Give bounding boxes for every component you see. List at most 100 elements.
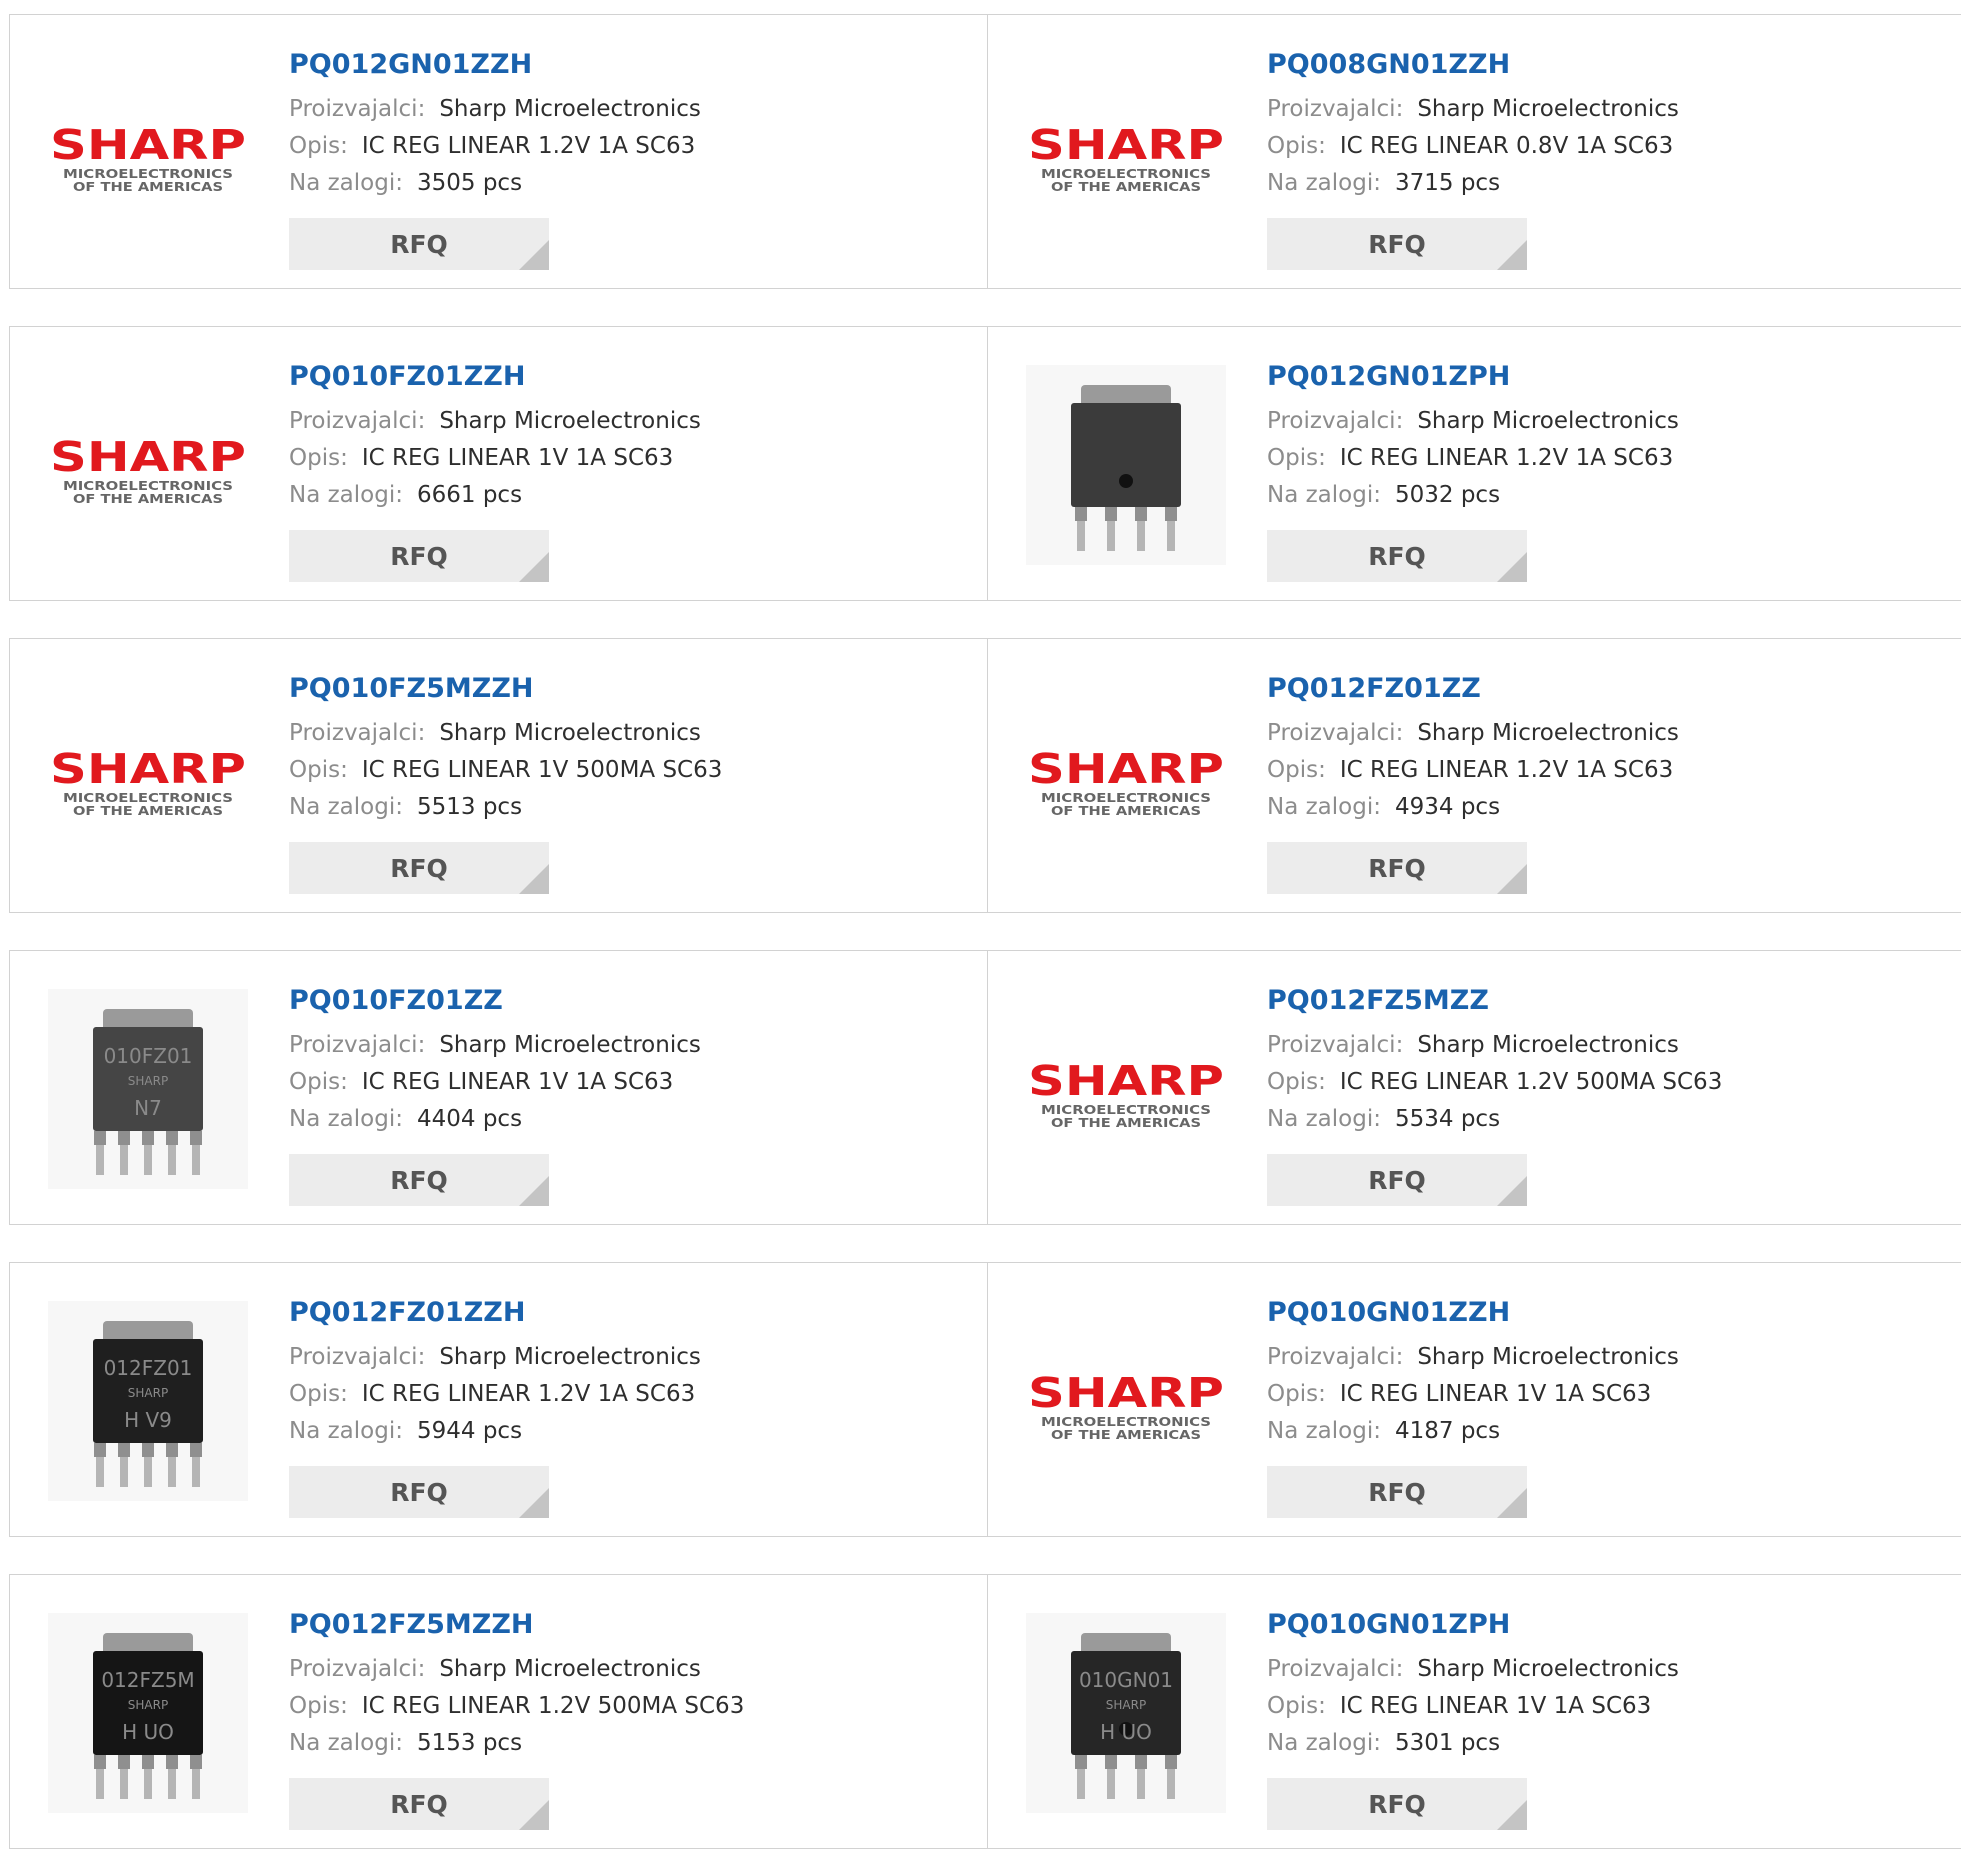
product-image[interactable]: 012FZ01 SHARP H V9 [48, 1301, 248, 1501]
stock-row: Na zalogi: 4404 pcs [289, 1101, 701, 1138]
rfq-button[interactable]: RFQ [289, 218, 549, 270]
stock-label: Na zalogi: [289, 1106, 403, 1132]
product-image[interactable]: SHARP MICROELECTRONICS OF THE AMERICAS [1026, 53, 1226, 253]
stock-row: Na zalogi: 5301 pcs [1267, 1725, 1679, 1762]
rfq-button[interactable]: RFQ [1267, 1778, 1527, 1830]
description-value: IC REG LINEAR 1V 1A SC63 [1339, 1693, 1652, 1719]
rfq-button[interactable]: RFQ [1267, 218, 1527, 270]
product-row: SHARP MICROELECTRONICS OF THE AMERICAS PQ0… [9, 14, 1961, 289]
part-number-link[interactable]: PQ010FZ01ZZH [289, 357, 701, 397]
description-row: Opis: IC REG LINEAR 1V 1A SC63 [1267, 1376, 1679, 1413]
chip-marking-text: SHARP [128, 1698, 168, 1712]
manufacturer-label: Proizvajalci: [289, 1656, 426, 1682]
chip-lead-shoulder [166, 1131, 178, 1145]
description-value: IC REG LINEAR 1.2V 1A SC63 [1339, 445, 1674, 471]
product-image[interactable]: SHARP MICROELECTRONICS OF THE AMERICAS [1026, 989, 1226, 1189]
chip-body [1071, 403, 1181, 507]
stock-value: 5513 pcs [416, 794, 523, 820]
rfq-button[interactable]: RFQ [1267, 1466, 1527, 1518]
product-card: SHARP MICROELECTRONICS OF THE AMERICAS PQ0… [988, 951, 1961, 1224]
description-row: Opis: IC REG LINEAR 1.2V 1A SC63 [289, 128, 701, 165]
manufacturer-label: Proizvajalci: [1267, 1032, 1404, 1058]
rfq-button[interactable]: RFQ [1267, 842, 1527, 894]
stock-label: Na zalogi: [289, 170, 403, 196]
product-card: 012FZ01 SHARP H V9 PQ012FZ01ZZH Proizvajal… [10, 1263, 988, 1536]
description-value: IC REG LINEAR 1V 500MA SC63 [361, 757, 723, 783]
rfq-button[interactable]: RFQ [289, 1154, 549, 1206]
chip-image [1026, 365, 1226, 565]
product-info: PQ010GN01ZZH Proizvajalci: Sharp Microele… [1267, 1293, 1679, 1518]
logo-line2-text: OF THE AMERICAS [1051, 1116, 1201, 1130]
corner-triangle-icon [519, 864, 549, 894]
corner-triangle-icon [519, 1488, 549, 1518]
part-number-link[interactable]: PQ012FZ5MZZ [1267, 981, 1722, 1021]
stock-label: Na zalogi: [289, 794, 403, 820]
chip-lead-shoulder [94, 1131, 106, 1145]
rfq-label: RFQ [390, 229, 448, 259]
manufacturer-label: Proizvajalci: [289, 408, 426, 434]
chip-image: 010GN01 SHARP H UO [1026, 1613, 1226, 1813]
product-info: PQ012FZ5MZZ Proizvajalci: Sharp Microelec… [1267, 981, 1722, 1206]
part-number-link[interactable]: PQ012FZ5MZZH [289, 1605, 744, 1645]
product-image[interactable]: 012FZ5M SHARP H UO [48, 1613, 248, 1813]
stock-value: 4187 pcs [1394, 1418, 1501, 1444]
stock-value: 4404 pcs [416, 1106, 523, 1132]
rfq-label: RFQ [1368, 1477, 1426, 1507]
chip-marking-text: 010GN01 [1079, 1668, 1173, 1692]
stock-label: Na zalogi: [1267, 170, 1381, 196]
part-number-link[interactable]: PQ008GN01ZZH [1267, 45, 1679, 85]
part-number-link[interactable]: PQ010FZ01ZZ [289, 981, 701, 1021]
rfq-button[interactable]: RFQ [289, 1778, 549, 1830]
rfq-button[interactable]: RFQ [1267, 530, 1527, 582]
description-label: Opis: [289, 757, 348, 783]
chip-marking-text: H UO [1100, 1720, 1152, 1744]
product-card: SHARP MICROELECTRONICS OF THE AMERICAS PQ0… [10, 15, 988, 288]
product-image[interactable]: SHARP MICROELECTRONICS OF THE AMERICAS [48, 365, 248, 565]
product-image[interactable]: 010GN01 SHARP H UO [1026, 1613, 1226, 1813]
stock-label: Na zalogi: [289, 482, 403, 508]
part-number-link[interactable]: PQ012FZ01ZZ [1267, 669, 1679, 709]
product-image[interactable]: SHARP MICROELECTRONICS OF THE AMERICAS [1026, 1301, 1226, 1501]
corner-triangle-icon [1497, 240, 1527, 270]
part-number-link[interactable]: PQ010GN01ZPH [1267, 1605, 1679, 1645]
product-image[interactable] [1026, 365, 1226, 565]
stock-row: Na zalogi: 4187 pcs [1267, 1413, 1679, 1450]
part-number-link[interactable]: PQ010FZ5MZZH [289, 669, 722, 709]
part-number-link[interactable]: PQ012FZ01ZZH [289, 1293, 701, 1333]
product-image[interactable]: SHARP MICROELECTRONICS OF THE AMERICAS [1026, 677, 1226, 877]
manufacturer-row: Proizvajalci: Sharp Microelectronics [1267, 1027, 1722, 1064]
chip-marking-text: N7 [134, 1096, 162, 1120]
product-info: PQ012FZ5MZZH Proizvajalci: Sharp Microele… [289, 1605, 744, 1830]
chip-lead-shoulder [166, 1755, 178, 1769]
corner-triangle-icon [519, 1800, 549, 1830]
stock-label: Na zalogi: [1267, 794, 1381, 820]
description-value: IC REG LINEAR 1V 1A SC63 [361, 1069, 674, 1095]
rfq-button[interactable]: RFQ [289, 842, 549, 894]
chip-image: 012FZ5M SHARP H UO [48, 1613, 248, 1813]
part-number-link[interactable]: PQ010GN01ZZH [1267, 1293, 1679, 1333]
description-value: IC REG LINEAR 1.2V 1A SC63 [361, 1381, 696, 1407]
logo-line1-text: MICROELECTRONICS [1041, 1415, 1211, 1429]
product-image[interactable]: 010FZ01 SHARP N7 [48, 989, 248, 1189]
stock-value: 5032 pcs [1394, 482, 1501, 508]
manufacturer-row: Proizvajalci: Sharp Microelectronics [289, 715, 722, 752]
manufacturer-row: Proizvajalci: Sharp Microelectronics [289, 1339, 701, 1376]
description-label: Opis: [1267, 445, 1326, 471]
product-image[interactable]: SHARP MICROELECTRONICS OF THE AMERICAS [48, 677, 248, 877]
logo-brand-text: SHARP [1028, 745, 1224, 793]
description-label: Opis: [1267, 1381, 1326, 1407]
description-value: IC REG LINEAR 1V 1A SC63 [361, 445, 674, 471]
rfq-button[interactable]: RFQ [1267, 1154, 1527, 1206]
product-image[interactable]: SHARP MICROELECTRONICS OF THE AMERICAS [48, 53, 248, 253]
manufacturer-label: Proizvajalci: [1267, 720, 1404, 746]
stock-label: Na zalogi: [1267, 1106, 1381, 1132]
rfq-button[interactable]: RFQ [289, 530, 549, 582]
description-value: IC REG LINEAR 1V 1A SC63 [1339, 1381, 1652, 1407]
rfq-button[interactable]: RFQ [289, 1466, 549, 1518]
logo-brand-text: SHARP [1028, 1057, 1224, 1105]
manufacturer-value: Sharp Microelectronics [1417, 1344, 1679, 1370]
chip-lead-shoulder [1135, 1755, 1147, 1769]
part-number-link[interactable]: PQ012GN01ZPH [1267, 357, 1679, 397]
part-number-link[interactable]: PQ012GN01ZZH [289, 45, 701, 85]
manufacturer-label: Proizvajalci: [1267, 96, 1404, 122]
